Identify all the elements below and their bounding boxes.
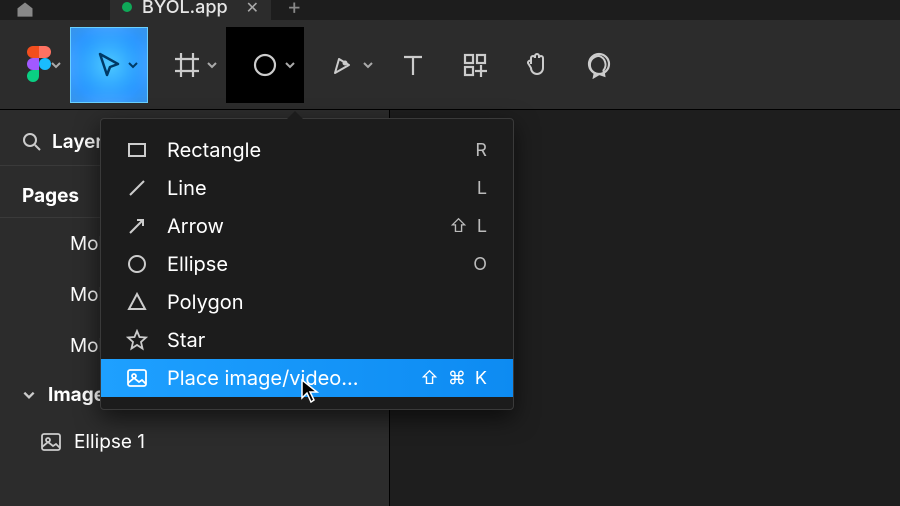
menu-item-star[interactable]: Star <box>101 321 513 359</box>
line-icon <box>125 176 149 200</box>
move-tool-button[interactable] <box>70 27 148 103</box>
chevron-down-icon <box>50 59 62 71</box>
chevron-down-icon <box>206 59 218 71</box>
tab-title: BYOL.app <box>142 0 228 18</box>
file-tab[interactable]: BYOL.app ✕ <box>110 0 271 20</box>
comment-tool-button[interactable] <box>568 27 630 103</box>
new-tab-button[interactable]: + <box>271 0 318 14</box>
close-tab-icon[interactable]: ✕ <box>246 0 259 17</box>
chevron-down-icon <box>362 59 374 71</box>
mouse-cursor <box>300 378 322 404</box>
main-menu-button[interactable] <box>8 27 70 103</box>
toolbar <box>0 20 900 110</box>
text-tool-button[interactable] <box>382 27 444 103</box>
menu-item-ellipse[interactable]: Ellipse O <box>101 245 513 283</box>
hand-tool-button[interactable] <box>506 27 568 103</box>
chevron-down-icon <box>284 59 296 71</box>
home-tab[interactable] <box>0 0 50 20</box>
menu-item-arrow[interactable]: Arrow ⇧ L <box>101 207 513 245</box>
menu-item-line[interactable]: Line L <box>101 169 513 207</box>
shape-tool-button[interactable] <box>226 27 304 103</box>
rectangle-icon <box>125 138 149 162</box>
chevron-down-icon <box>22 388 36 402</box>
image-icon <box>125 366 149 390</box>
image-layer-icon <box>40 431 62 453</box>
menu-item-polygon[interactable]: Polygon <box>101 283 513 321</box>
search-icon <box>22 132 42 152</box>
arrow-icon <box>125 214 149 238</box>
component-dot-icon <box>122 2 132 12</box>
resources-button[interactable] <box>444 27 506 103</box>
tab-bar: BYOL.app ✕ + <box>0 0 900 20</box>
star-icon <box>125 328 149 352</box>
frame-tool-button[interactable] <box>148 27 226 103</box>
pen-tool-button[interactable] <box>304 27 382 103</box>
layer-item[interactable]: Ellipse 1 <box>0 418 389 465</box>
polygon-icon <box>125 290 149 314</box>
ellipse-icon <box>125 252 149 276</box>
chevron-down-icon <box>127 59 139 71</box>
shape-tool-menu: Rectangle R Line L Arrow ⇧ L Ellipse O P… <box>100 118 514 410</box>
menu-item-rectangle[interactable]: Rectangle R <box>101 131 513 169</box>
